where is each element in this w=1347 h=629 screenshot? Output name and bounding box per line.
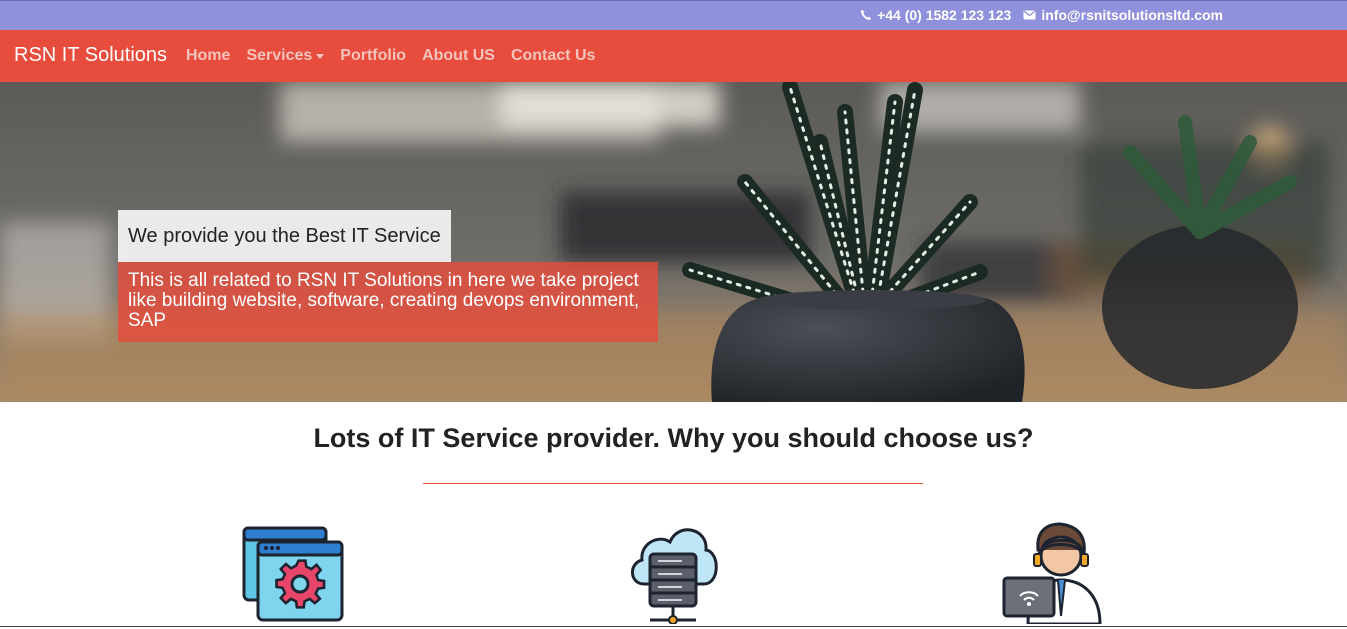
nav-item-about[interactable]: About US	[422, 47, 495, 65]
nav-item-contact[interactable]: Contact Us	[511, 47, 595, 65]
chevron-down-icon	[316, 54, 325, 59]
email-contact[interactable]: info@rsnitsolutionsltd.com	[1023, 7, 1223, 23]
email-address: info@rsnitsolutionsltd.com	[1041, 7, 1223, 23]
why-choose-us-heading: Lots of IT Service provider. Why you sho…	[313, 423, 1034, 453]
hero-section: We provide you the Best IT Service This …	[0, 82, 1347, 402]
nav-menu: Home Services Portfolio About US Contact…	[186, 47, 595, 65]
web-settings-icon	[242, 526, 344, 622]
main-navbar: RSN IT Solutions Home Services Portfolio…	[0, 30, 1347, 82]
feature-web-settings	[240, 520, 346, 629]
cloud-server-icon	[631, 528, 718, 625]
phone-contact[interactable]: +44 (0) 1582 123 123	[860, 7, 1011, 23]
feature-cloud-server	[628, 520, 720, 629]
section-divider	[423, 483, 923, 484]
hero-title: We provide you the Best IT Service	[118, 210, 451, 262]
feature-support-agent	[1000, 520, 1106, 629]
support-agent-icon	[1002, 522, 1102, 626]
nav-item-services[interactable]: Services	[246, 47, 325, 65]
phone-number: +44 (0) 1582 123 123	[877, 7, 1012, 23]
brand-logo[interactable]: RSN IT Solutions	[14, 44, 167, 67]
contact-info: +44 (0) 1582 123 123 info@rsnitsolutions…	[860, 7, 1223, 23]
envelope-icon	[1023, 10, 1036, 20]
hero-description: This is all related to RSN IT Solutions …	[118, 262, 658, 342]
phone-icon	[860, 9, 872, 20]
top-contact-bar: +44 (0) 1582 123 123 info@rsnitsolutions…	[0, 0, 1347, 30]
nav-item-home[interactable]: Home	[186, 47, 230, 65]
nav-item-portfolio[interactable]: Portfolio	[340, 47, 406, 65]
